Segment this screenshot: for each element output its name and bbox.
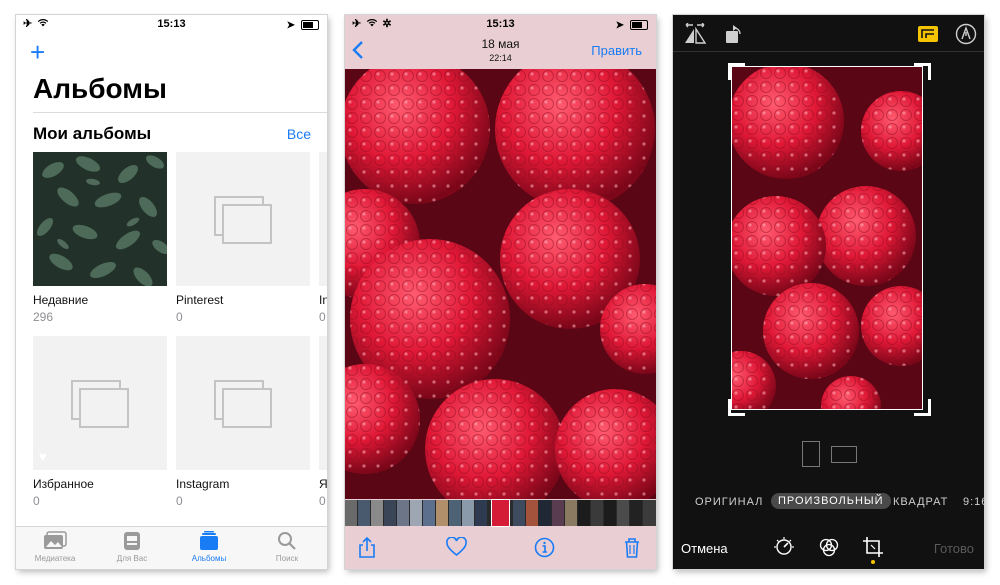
trash-icon[interactable] — [623, 537, 641, 564]
edit-button[interactable]: Править — [591, 43, 642, 58]
album-instagram[interactable]: Instagram 0 — [176, 336, 310, 508]
see-all-link[interactable]: Все — [287, 126, 311, 142]
album-count: 0 — [176, 494, 183, 508]
photo-toolbar — [345, 527, 656, 569]
done-button[interactable]: Готово — [934, 541, 974, 556]
for-you-icon — [97, 531, 167, 553]
album-name: Избранное — [33, 477, 94, 491]
section-title: Мои альбомы — [33, 124, 152, 143]
active-tool-indicator — [871, 560, 875, 564]
album-pinterest[interactable]: Pinterest 0 — [176, 152, 310, 324]
album-count: 0 — [319, 494, 326, 508]
page-title: Альбомы — [33, 73, 167, 104]
search-icon — [252, 531, 322, 553]
placeholder-photos-icon — [214, 196, 272, 244]
album-favorites[interactable]: ♥ Избранное 0 — [33, 336, 167, 508]
editor-top-bar — [673, 15, 984, 52]
album-thumbnail — [319, 336, 327, 470]
crop-handle[interactable] — [728, 399, 745, 416]
album-recents[interactable]: Недавние 296 — [33, 152, 167, 324]
tab-albums[interactable]: Альбомы — [174, 531, 244, 563]
flip-icon[interactable] — [684, 22, 707, 50]
heart-icon[interactable] — [446, 536, 467, 562]
tab-label: Для Вас — [116, 554, 148, 563]
battery-icon: ➤ — [616, 19, 648, 31]
album-name: Pinterest — [176, 293, 224, 307]
portrait-orientation-button[interactable] — [802, 441, 820, 467]
album-partial[interactable]: In 0 — [319, 152, 327, 324]
aspect-ratio-icon[interactable] — [917, 25, 939, 48]
status-bar: ✈ ︎ 15:13 ➤ — [16, 15, 327, 35]
tab-label: Медиатека — [34, 554, 76, 563]
info-icon[interactable] — [534, 537, 555, 563]
crop-handle[interactable] — [914, 399, 931, 416]
placeholder-photos-icon — [214, 380, 272, 428]
album-thumbnail — [176, 152, 310, 286]
thumbnail-strip[interactable] — [345, 499, 656, 527]
album-count: 0 — [319, 310, 326, 324]
status-time: 15:13 — [486, 18, 515, 30]
ratio-9-16[interactable]: 9:16 — [963, 496, 984, 508]
tab-bar: Медиатека Для Вас Альбомы Поиск — [16, 526, 327, 569]
album-thumbnail: ♥ — [33, 336, 167, 470]
album-name: Я — [319, 477, 327, 491]
album-name: Недавние — [33, 293, 89, 307]
photo-library-icon — [20, 531, 90, 553]
rotate-icon[interactable] — [724, 23, 744, 50]
albums-icon — [174, 531, 244, 553]
adjust-icon[interactable] — [773, 536, 795, 563]
album-thumbnail — [319, 152, 327, 286]
tab-label: Поиск — [275, 554, 299, 563]
crop-handle[interactable] — [914, 63, 931, 80]
crop-icon[interactable] — [862, 536, 884, 563]
landscape-orientation-button[interactable] — [831, 446, 857, 463]
ratio-square[interactable]: КВАДРАТ — [893, 496, 948, 508]
album-name: In — [319, 293, 327, 307]
placeholder-photos-icon — [71, 380, 129, 428]
album-partial-2[interactable]: Я 0 — [319, 336, 327, 508]
add-album-button[interactable]: + — [30, 39, 45, 65]
album-thumbnail — [176, 336, 310, 470]
tab-for-you[interactable]: Для Вас — [97, 531, 167, 563]
album-count: 0 — [33, 494, 40, 508]
cancel-button[interactable]: Отмена — [681, 541, 728, 556]
filters-icon[interactable] — [818, 536, 840, 563]
ratio-original[interactable]: ОРИГИНАЛ — [695, 496, 763, 508]
album-count: 296 — [33, 310, 54, 324]
albums-screen: ✈ ︎ 15:13 ➤ + Альбомы Мои альбомы Все Не… — [16, 15, 327, 569]
crop-editor-screen: ОРИГИНАЛ ПРОИЗВОЛЬНЫЙ КВАДРАТ 9:16 Отмен… — [673, 15, 984, 569]
album-name: Instagram — [176, 477, 230, 491]
photo-viewer-screen: ✈ ︎ ✲ 15:13 ➤ 18 мая 22:14 Править — [345, 15, 656, 569]
crop-handle[interactable] — [728, 63, 745, 80]
aspect-ratio-list: ОРИГИНАЛ ПРОИЗВОЛЬНЫЙ КВАДРАТ 9:16 — [673, 493, 984, 515]
markup-icon[interactable] — [955, 23, 977, 50]
status-bar: ✈ ︎ ✲ 15:13 ➤ — [345, 15, 656, 35]
tab-library[interactable]: Медиатека — [20, 531, 90, 563]
raspberry-photo[interactable] — [345, 69, 656, 499]
divider — [33, 112, 327, 113]
battery-icon: ➤ — [287, 19, 319, 31]
heart-icon: ♥ — [39, 449, 47, 464]
tab-label: Альбомы — [191, 554, 227, 563]
tab-search[interactable]: Поиск — [252, 531, 322, 563]
album-thumbnail — [33, 152, 167, 286]
album-count: 0 — [176, 310, 183, 324]
status-time: 15:13 — [157, 18, 186, 30]
share-icon[interactable] — [358, 536, 376, 564]
ratio-freeform[interactable]: ПРОИЗВОЛЬНЫЙ — [771, 493, 891, 509]
crop-area[interactable] — [731, 66, 923, 410]
